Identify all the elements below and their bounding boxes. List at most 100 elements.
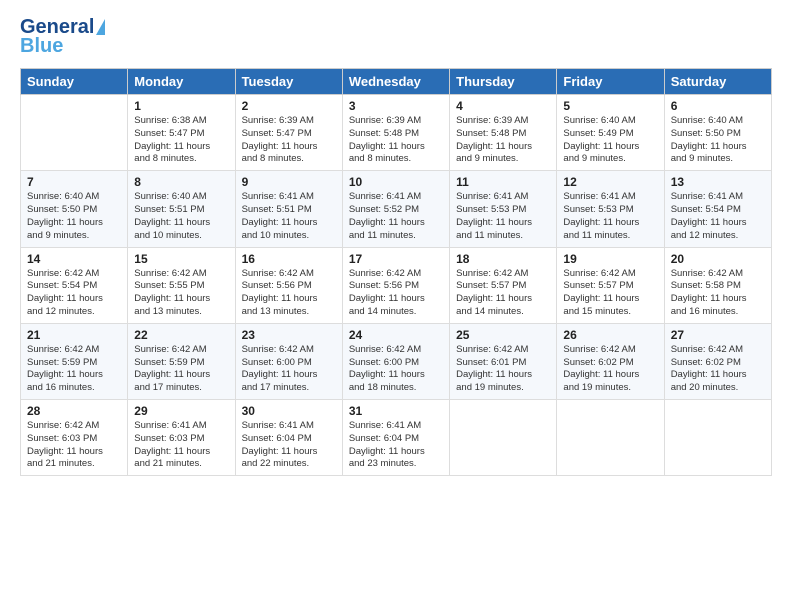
day-info: Sunrise: 6:42 AM Sunset: 6:01 PM Dayligh… xyxy=(456,344,550,395)
day-number: 18 xyxy=(456,252,550,266)
day-cell: 25 Sunrise: 6:42 AM Sunset: 6:01 PM Dayli… xyxy=(450,323,557,399)
day-cell: 2 Sunrise: 6:39 AM Sunset: 5:47 PM Daylig… xyxy=(235,95,342,171)
day-cell: 6 Sunrise: 6:40 AM Sunset: 5:50 PM Daylig… xyxy=(664,95,771,171)
day-cell: 17 Sunrise: 6:42 AM Sunset: 5:56 PM Dayli… xyxy=(342,247,449,323)
day-cell: 9 Sunrise: 6:41 AM Sunset: 5:51 PM Daylig… xyxy=(235,171,342,247)
day-number: 5 xyxy=(563,99,657,113)
logo: General Blue xyxy=(20,16,105,58)
day-number: 13 xyxy=(671,175,765,189)
logo-line2: Blue xyxy=(20,35,63,58)
day-cell: 24 Sunrise: 6:42 AM Sunset: 6:00 PM Dayli… xyxy=(342,323,449,399)
day-info: Sunrise: 6:39 AM Sunset: 5:48 PM Dayligh… xyxy=(349,115,443,166)
day-number: 9 xyxy=(242,175,336,189)
day-cell: 31 Sunrise: 6:41 AM Sunset: 6:04 PM Dayli… xyxy=(342,400,449,476)
week-row-1: 1Sunrise: 6:38 AM Sunset: 5:47 PM Daylig… xyxy=(21,95,772,171)
col-header-friday: Friday xyxy=(557,69,664,95)
day-cell: 13 Sunrise: 6:41 AM Sunset: 5:54 PM Dayli… xyxy=(664,171,771,247)
day-number: 17 xyxy=(349,252,443,266)
day-cell: 29Sunrise: 6:41 AM Sunset: 6:03 PM Dayli… xyxy=(128,400,235,476)
day-number: 14 xyxy=(27,252,121,266)
day-cell: 12 Sunrise: 6:41 AM Sunset: 5:53 PM Dayli… xyxy=(557,171,664,247)
day-info: Sunrise: 6:41 AM Sunset: 5:54 PM Dayligh… xyxy=(671,191,765,242)
day-cell: 26 Sunrise: 6:42 AM Sunset: 6:02 PM Dayli… xyxy=(557,323,664,399)
day-number: 11 xyxy=(456,175,550,189)
day-info: Sunrise: 6:41 AM Sunset: 6:04 PM Dayligh… xyxy=(349,420,443,471)
day-cell: 22Sunrise: 6:42 AM Sunset: 5:59 PM Dayli… xyxy=(128,323,235,399)
day-number: 12 xyxy=(563,175,657,189)
day-cell: 3 Sunrise: 6:39 AM Sunset: 5:48 PM Daylig… xyxy=(342,95,449,171)
week-row-3: 14 Sunrise: 6:42 AM Sunset: 5:54 PM Dayli… xyxy=(21,247,772,323)
day-number: 16 xyxy=(242,252,336,266)
day-cell: 23Sunrise: 6:42 AM Sunset: 6:00 PM Dayli… xyxy=(235,323,342,399)
day-info: Sunrise: 6:39 AM Sunset: 5:47 PM Dayligh… xyxy=(242,115,336,166)
page: General Blue SundayMondayTuesdayWednesda… xyxy=(0,0,792,612)
day-cell: 8 Sunrise: 6:40 AM Sunset: 5:51 PM Daylig… xyxy=(128,171,235,247)
day-number: 19 xyxy=(563,252,657,266)
day-cell: 18 Sunrise: 6:42 AM Sunset: 5:57 PM Dayli… xyxy=(450,247,557,323)
day-info: Sunrise: 6:42 AM Sunset: 6:03 PM Dayligh… xyxy=(27,420,121,471)
col-header-tuesday: Tuesday xyxy=(235,69,342,95)
day-number: 3 xyxy=(349,99,443,113)
day-info: Sunrise: 6:39 AM Sunset: 5:48 PM Dayligh… xyxy=(456,115,550,166)
day-info: Sunrise: 6:40 AM Sunset: 5:51 PM Dayligh… xyxy=(134,191,228,242)
week-row-5: 28 Sunrise: 6:42 AM Sunset: 6:03 PM Dayli… xyxy=(21,400,772,476)
day-number: 27 xyxy=(671,328,765,342)
day-number: 6 xyxy=(671,99,765,113)
day-info: Sunrise: 6:42 AM Sunset: 5:59 PM Dayligh… xyxy=(134,344,228,395)
day-number: 7 xyxy=(27,175,121,189)
day-cell: 10 Sunrise: 6:41 AM Sunset: 5:52 PM Dayli… xyxy=(342,171,449,247)
day-cell: 28 Sunrise: 6:42 AM Sunset: 6:03 PM Dayli… xyxy=(21,400,128,476)
day-info: Sunrise: 6:41 AM Sunset: 6:04 PM Dayligh… xyxy=(242,420,336,471)
day-number: 15 xyxy=(134,252,228,266)
day-cell: 14 Sunrise: 6:42 AM Sunset: 5:54 PM Dayli… xyxy=(21,247,128,323)
day-number: 26 xyxy=(563,328,657,342)
day-cell: 15Sunrise: 6:42 AM Sunset: 5:55 PM Dayli… xyxy=(128,247,235,323)
day-number: 20 xyxy=(671,252,765,266)
day-info: Sunrise: 6:42 AM Sunset: 5:56 PM Dayligh… xyxy=(349,268,443,319)
day-cell: 16Sunrise: 6:42 AM Sunset: 5:56 PM Dayli… xyxy=(235,247,342,323)
day-number: 2 xyxy=(242,99,336,113)
col-header-monday: Monday xyxy=(128,69,235,95)
day-info: Sunrise: 6:41 AM Sunset: 5:53 PM Dayligh… xyxy=(563,191,657,242)
day-number: 25 xyxy=(456,328,550,342)
day-info: Sunrise: 6:38 AM Sunset: 5:47 PM Dayligh… xyxy=(134,115,228,166)
day-number: 24 xyxy=(349,328,443,342)
day-number: 30 xyxy=(242,404,336,418)
day-info: Sunrise: 6:42 AM Sunset: 5:59 PM Dayligh… xyxy=(27,344,121,395)
day-cell xyxy=(664,400,771,476)
day-cell xyxy=(21,95,128,171)
day-cell: 27 Sunrise: 6:42 AM Sunset: 6:02 PM Dayli… xyxy=(664,323,771,399)
day-info: Sunrise: 6:40 AM Sunset: 5:50 PM Dayligh… xyxy=(27,191,121,242)
day-info: Sunrise: 6:42 AM Sunset: 6:02 PM Dayligh… xyxy=(563,344,657,395)
day-info: Sunrise: 6:42 AM Sunset: 6:00 PM Dayligh… xyxy=(349,344,443,395)
day-info: Sunrise: 6:42 AM Sunset: 5:57 PM Dayligh… xyxy=(456,268,550,319)
day-number: 29 xyxy=(134,404,228,418)
calendar-table: SundayMondayTuesdayWednesdayThursdayFrid… xyxy=(20,68,772,476)
day-cell: 1Sunrise: 6:38 AM Sunset: 5:47 PM Daylig… xyxy=(128,95,235,171)
header-row: SundayMondayTuesdayWednesdayThursdayFrid… xyxy=(21,69,772,95)
day-info: Sunrise: 6:42 AM Sunset: 5:54 PM Dayligh… xyxy=(27,268,121,319)
day-cell: 30 Sunrise: 6:41 AM Sunset: 6:04 PM Dayli… xyxy=(235,400,342,476)
day-cell xyxy=(557,400,664,476)
day-cell: 19Sunrise: 6:42 AM Sunset: 5:57 PM Dayli… xyxy=(557,247,664,323)
col-header-thursday: Thursday xyxy=(450,69,557,95)
day-cell: 5Sunrise: 6:40 AM Sunset: 5:49 PM Daylig… xyxy=(557,95,664,171)
day-number: 21 xyxy=(27,328,121,342)
day-info: Sunrise: 6:41 AM Sunset: 5:52 PM Dayligh… xyxy=(349,191,443,242)
day-number: 10 xyxy=(349,175,443,189)
day-number: 8 xyxy=(134,175,228,189)
day-cell: 7 Sunrise: 6:40 AM Sunset: 5:50 PM Daylig… xyxy=(21,171,128,247)
col-header-sunday: Sunday xyxy=(21,69,128,95)
day-info: Sunrise: 6:41 AM Sunset: 5:51 PM Dayligh… xyxy=(242,191,336,242)
day-cell: 11Sunrise: 6:41 AM Sunset: 5:53 PM Dayli… xyxy=(450,171,557,247)
day-number: 31 xyxy=(349,404,443,418)
day-info: Sunrise: 6:42 AM Sunset: 6:02 PM Dayligh… xyxy=(671,344,765,395)
day-cell: 21 Sunrise: 6:42 AM Sunset: 5:59 PM Dayli… xyxy=(21,323,128,399)
week-row-4: 21 Sunrise: 6:42 AM Sunset: 5:59 PM Dayli… xyxy=(21,323,772,399)
day-number: 28 xyxy=(27,404,121,418)
day-cell xyxy=(450,400,557,476)
col-header-wednesday: Wednesday xyxy=(342,69,449,95)
col-header-saturday: Saturday xyxy=(664,69,771,95)
day-info: Sunrise: 6:40 AM Sunset: 5:50 PM Dayligh… xyxy=(671,115,765,166)
day-cell: 4Sunrise: 6:39 AM Sunset: 5:48 PM Daylig… xyxy=(450,95,557,171)
